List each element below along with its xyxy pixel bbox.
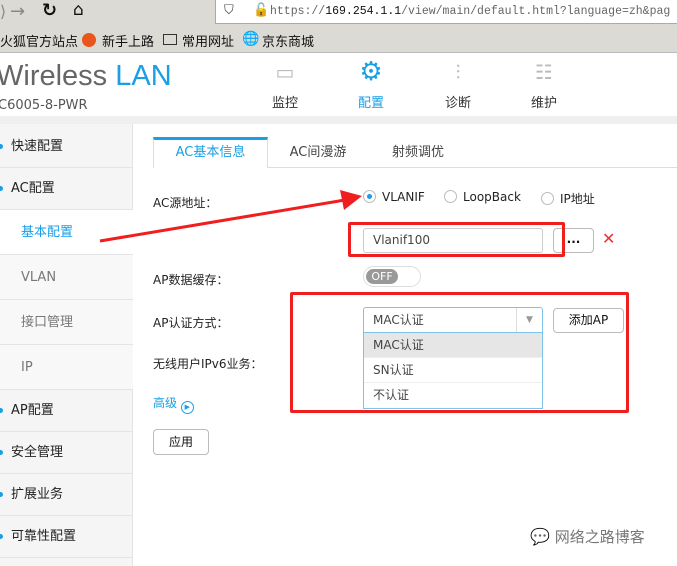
arrow-shaft bbox=[99, 198, 346, 243]
watermark: 💬 网络之路博客 bbox=[530, 526, 645, 547]
wechat-icon: 💬 bbox=[530, 527, 550, 546]
watermark-text: 网络之路博客 bbox=[554, 528, 645, 546]
annotation-arrow bbox=[99, 190, 362, 243]
arrow-head bbox=[340, 190, 362, 210]
